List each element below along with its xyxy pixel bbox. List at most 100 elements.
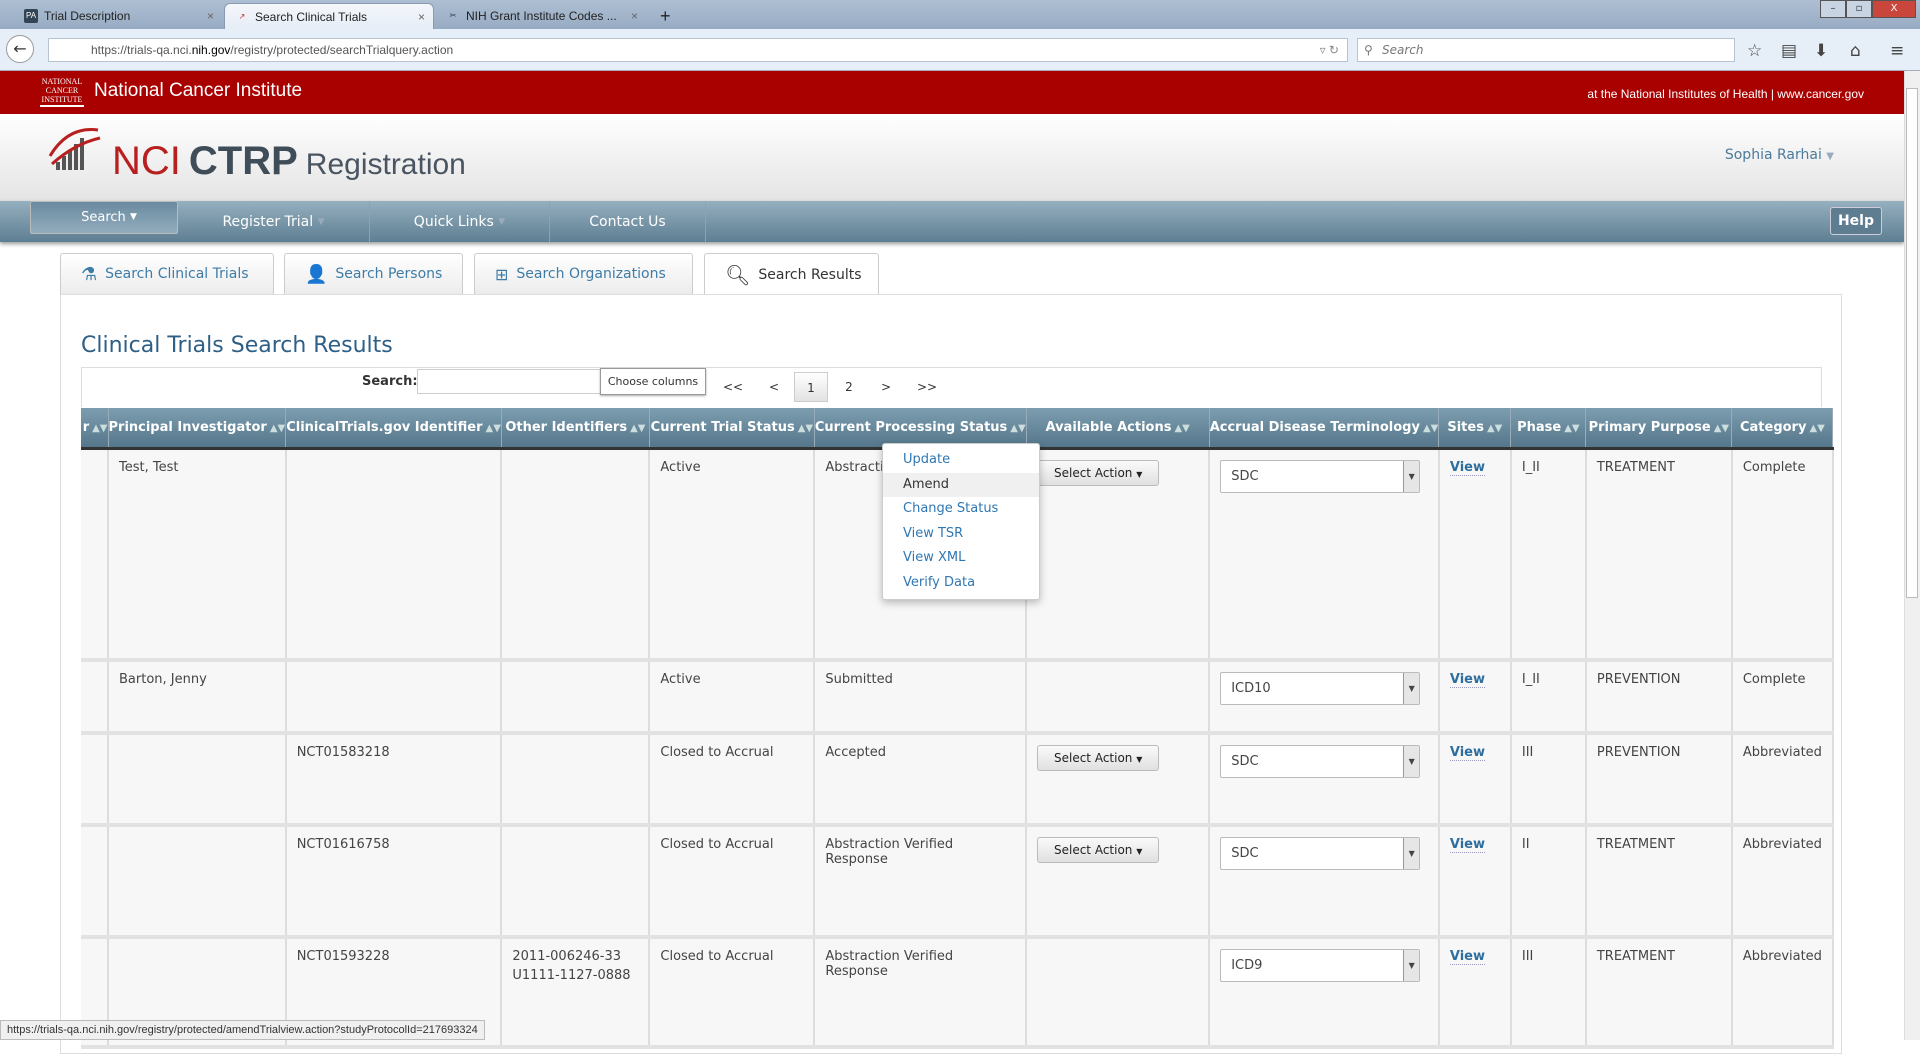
column-header[interactable]: Sites ▲▼ bbox=[1438, 408, 1512, 450]
cell-nct: NCT01583218 bbox=[285, 733, 503, 827]
prev-page-button[interactable]: < bbox=[757, 372, 791, 402]
terminology-select[interactable]: ICD9 ▼ bbox=[1220, 949, 1421, 982]
column-header[interactable]: Other Identifiers ▲▼ bbox=[501, 408, 650, 450]
home-icon[interactable]: ⌂ bbox=[1850, 41, 1861, 61]
tab-label: NIH Grant Institute Codes ... bbox=[466, 9, 617, 23]
last-page-button[interactable]: >> bbox=[910, 372, 944, 402]
cell-actions: Select Action ▼ bbox=[1026, 733, 1211, 827]
address-bar[interactable]: https://trials-qa.nci.nih.gov/registry/p… bbox=[48, 38, 1348, 62]
nci-logo[interactable]: NATIONAL CANCER INSTITUTE bbox=[40, 77, 84, 107]
column-header[interactable]: ClinicalTrials.gov Identifier ▲▼ bbox=[285, 408, 502, 450]
maximize-button[interactable]: ▫ bbox=[1846, 0, 1872, 18]
select-action-button[interactable]: Select Action ▼ bbox=[1037, 745, 1160, 771]
dropdown-arrow-icon: ▼ bbox=[1403, 950, 1420, 981]
download-icon[interactable]: ⬇ bbox=[1814, 41, 1828, 61]
close-tab-icon[interactable]: × bbox=[418, 10, 425, 24]
user-menu[interactable]: Sophia Rarhai ▼ bbox=[1725, 147, 1834, 163]
browser-search-input[interactable]: ⚲ Search bbox=[1357, 38, 1735, 62]
column-header[interactable]: Primary Purpose ▲▼ bbox=[1585, 408, 1733, 450]
action-menu-item[interactable]: View TSR bbox=[883, 522, 1039, 547]
browser-tab-trial-description[interactable]: PA Trial Description × bbox=[14, 3, 222, 29]
cell-pi bbox=[108, 825, 287, 939]
new-tab-button[interactable]: + bbox=[650, 3, 681, 29]
tab-search-organizations[interactable]: ⊞ Search Organizations bbox=[474, 253, 693, 294]
reading-list-icon[interactable]: ▤ bbox=[1781, 41, 1797, 61]
choose-columns-button[interactable]: Choose columns bbox=[600, 368, 706, 395]
column-header[interactable]: Available Actions ▲▼ bbox=[1026, 408, 1210, 450]
select-action-button[interactable]: Select Action ▼ bbox=[1037, 837, 1160, 863]
cell-status: Closed to Accrual bbox=[649, 825, 816, 939]
back-button[interactable]: ← bbox=[6, 35, 34, 63]
column-header[interactable]: Current Processing Status ▲▼ bbox=[814, 408, 1027, 450]
reload-icon[interactable]: ▿ ↻ bbox=[1320, 39, 1339, 61]
browser-tab-nih-codes[interactable]: ✂ NIH Grant Institute Codes ... × bbox=[436, 3, 646, 29]
view-sites-link[interactable]: View bbox=[1449, 745, 1485, 761]
cell-sites: View bbox=[1438, 733, 1512, 827]
cell-terminology: SDC ▼ bbox=[1209, 733, 1440, 827]
browser-tab-search-clinical-trials[interactable]: ↗ Search Clinical Trials × bbox=[224, 3, 434, 29]
column-label: Category bbox=[1739, 419, 1807, 435]
tab-search-persons[interactable]: 👤 Search Persons bbox=[284, 253, 463, 294]
terminology-select[interactable]: SDC ▼ bbox=[1220, 745, 1421, 778]
dropdown-arrow-icon: ▼ bbox=[1403, 460, 1420, 492]
menu-search[interactable]: Search ▼ bbox=[30, 201, 178, 234]
dropdown-arrow-icon: ▼ bbox=[1403, 746, 1420, 777]
column-header[interactable]: Principal Investigator ▲▼ bbox=[108, 408, 287, 450]
cell-sites: View bbox=[1438, 448, 1512, 662]
cell-r bbox=[81, 825, 109, 939]
menu-hamburger-icon[interactable]: ≡ bbox=[1890, 41, 1904, 61]
view-sites-link[interactable]: View bbox=[1449, 672, 1485, 688]
search-placeholder: Search bbox=[1382, 43, 1424, 57]
view-sites-link[interactable]: View bbox=[1449, 459, 1485, 476]
sort-icon: ▲▼ bbox=[630, 422, 646, 434]
action-menu-item[interactable]: View XML bbox=[883, 546, 1039, 571]
cell-r bbox=[81, 733, 109, 827]
column-header[interactable]: Current Trial Status ▲▼ bbox=[649, 408, 815, 450]
column-label: ClinicalTrials.gov Identifier bbox=[286, 419, 483, 435]
close-tab-icon[interactable]: × bbox=[631, 9, 638, 23]
menu-quick-links[interactable]: Quick Links ▼ bbox=[370, 201, 550, 242]
cell-phase: III bbox=[1510, 937, 1587, 1049]
cell-phase: III bbox=[1510, 733, 1587, 827]
column-header[interactable]: Category ▲▼ bbox=[1731, 408, 1834, 450]
first-page-button[interactable]: << bbox=[716, 372, 750, 402]
menu-register-trial[interactable]: Register Trial ▼ bbox=[178, 201, 370, 242]
view-sites-link[interactable]: View bbox=[1449, 949, 1485, 965]
column-label: Other Identifiers bbox=[505, 419, 628, 435]
column-header[interactable]: Accrual Disease Terminology ▲▼ bbox=[1209, 408, 1440, 450]
cell-phase: II bbox=[1510, 825, 1587, 939]
action-menu-item[interactable]: Change Status bbox=[883, 497, 1039, 522]
ctrp-logo[interactable]: NCI CTRP Registration bbox=[48, 126, 466, 184]
view-sites-link[interactable]: View bbox=[1449, 837, 1485, 853]
action-menu-item[interactable]: Update bbox=[883, 448, 1039, 473]
minimize-button[interactable]: – bbox=[1820, 0, 1846, 18]
column-header[interactable]: Phase ▲▼ bbox=[1510, 408, 1587, 450]
action-menu-item[interactable]: Amend bbox=[883, 472, 1039, 497]
help-button[interactable]: Help bbox=[1830, 207, 1882, 235]
select-action-button[interactable]: Select Action ▼ bbox=[1037, 459, 1160, 486]
cell-other-ids bbox=[501, 660, 651, 735]
column-header[interactable]: r ▲▼ bbox=[81, 408, 109, 450]
menu-contact-us[interactable]: Contact Us bbox=[550, 201, 706, 242]
browser-nav-bar: ← https://trials-qa.nci.nih.gov/registry… bbox=[0, 29, 1920, 71]
cell-pi bbox=[108, 733, 287, 827]
tab-search-clinical-trials[interactable]: ⚗ Search Clinical Trials bbox=[60, 253, 274, 294]
bookmark-star-icon[interactable]: ☆ bbox=[1747, 41, 1762, 61]
nih-tagline[interactable]: at the National Institutes of Health | w… bbox=[1587, 87, 1864, 101]
page-1-button[interactable]: 1 bbox=[794, 372, 828, 402]
terminology-select[interactable]: SDC ▼ bbox=[1220, 837, 1421, 870]
terminology-select[interactable]: ICD10 ▼ bbox=[1220, 672, 1421, 705]
tab-search-results[interactable]: 🔍︎ Search Results bbox=[704, 253, 879, 295]
cell-sites: View bbox=[1438, 660, 1512, 735]
terminology-select[interactable]: SDC ▼ bbox=[1220, 459, 1421, 493]
close-window-button[interactable]: X bbox=[1872, 0, 1916, 18]
next-page-button[interactable]: > bbox=[869, 372, 903, 402]
tab-label: Trial Description bbox=[44, 9, 131, 23]
page-2-button[interactable]: 2 bbox=[832, 372, 866, 402]
action-menu-item[interactable]: Verify Data bbox=[883, 571, 1039, 596]
chevron-down-icon: ▼ bbox=[129, 212, 137, 222]
table-search-input[interactable] bbox=[417, 369, 601, 394]
scrollbar-thumb[interactable] bbox=[1906, 88, 1918, 598]
close-tab-icon[interactable]: × bbox=[207, 9, 214, 23]
nci-name[interactable]: National Cancer Institute bbox=[94, 80, 302, 102]
